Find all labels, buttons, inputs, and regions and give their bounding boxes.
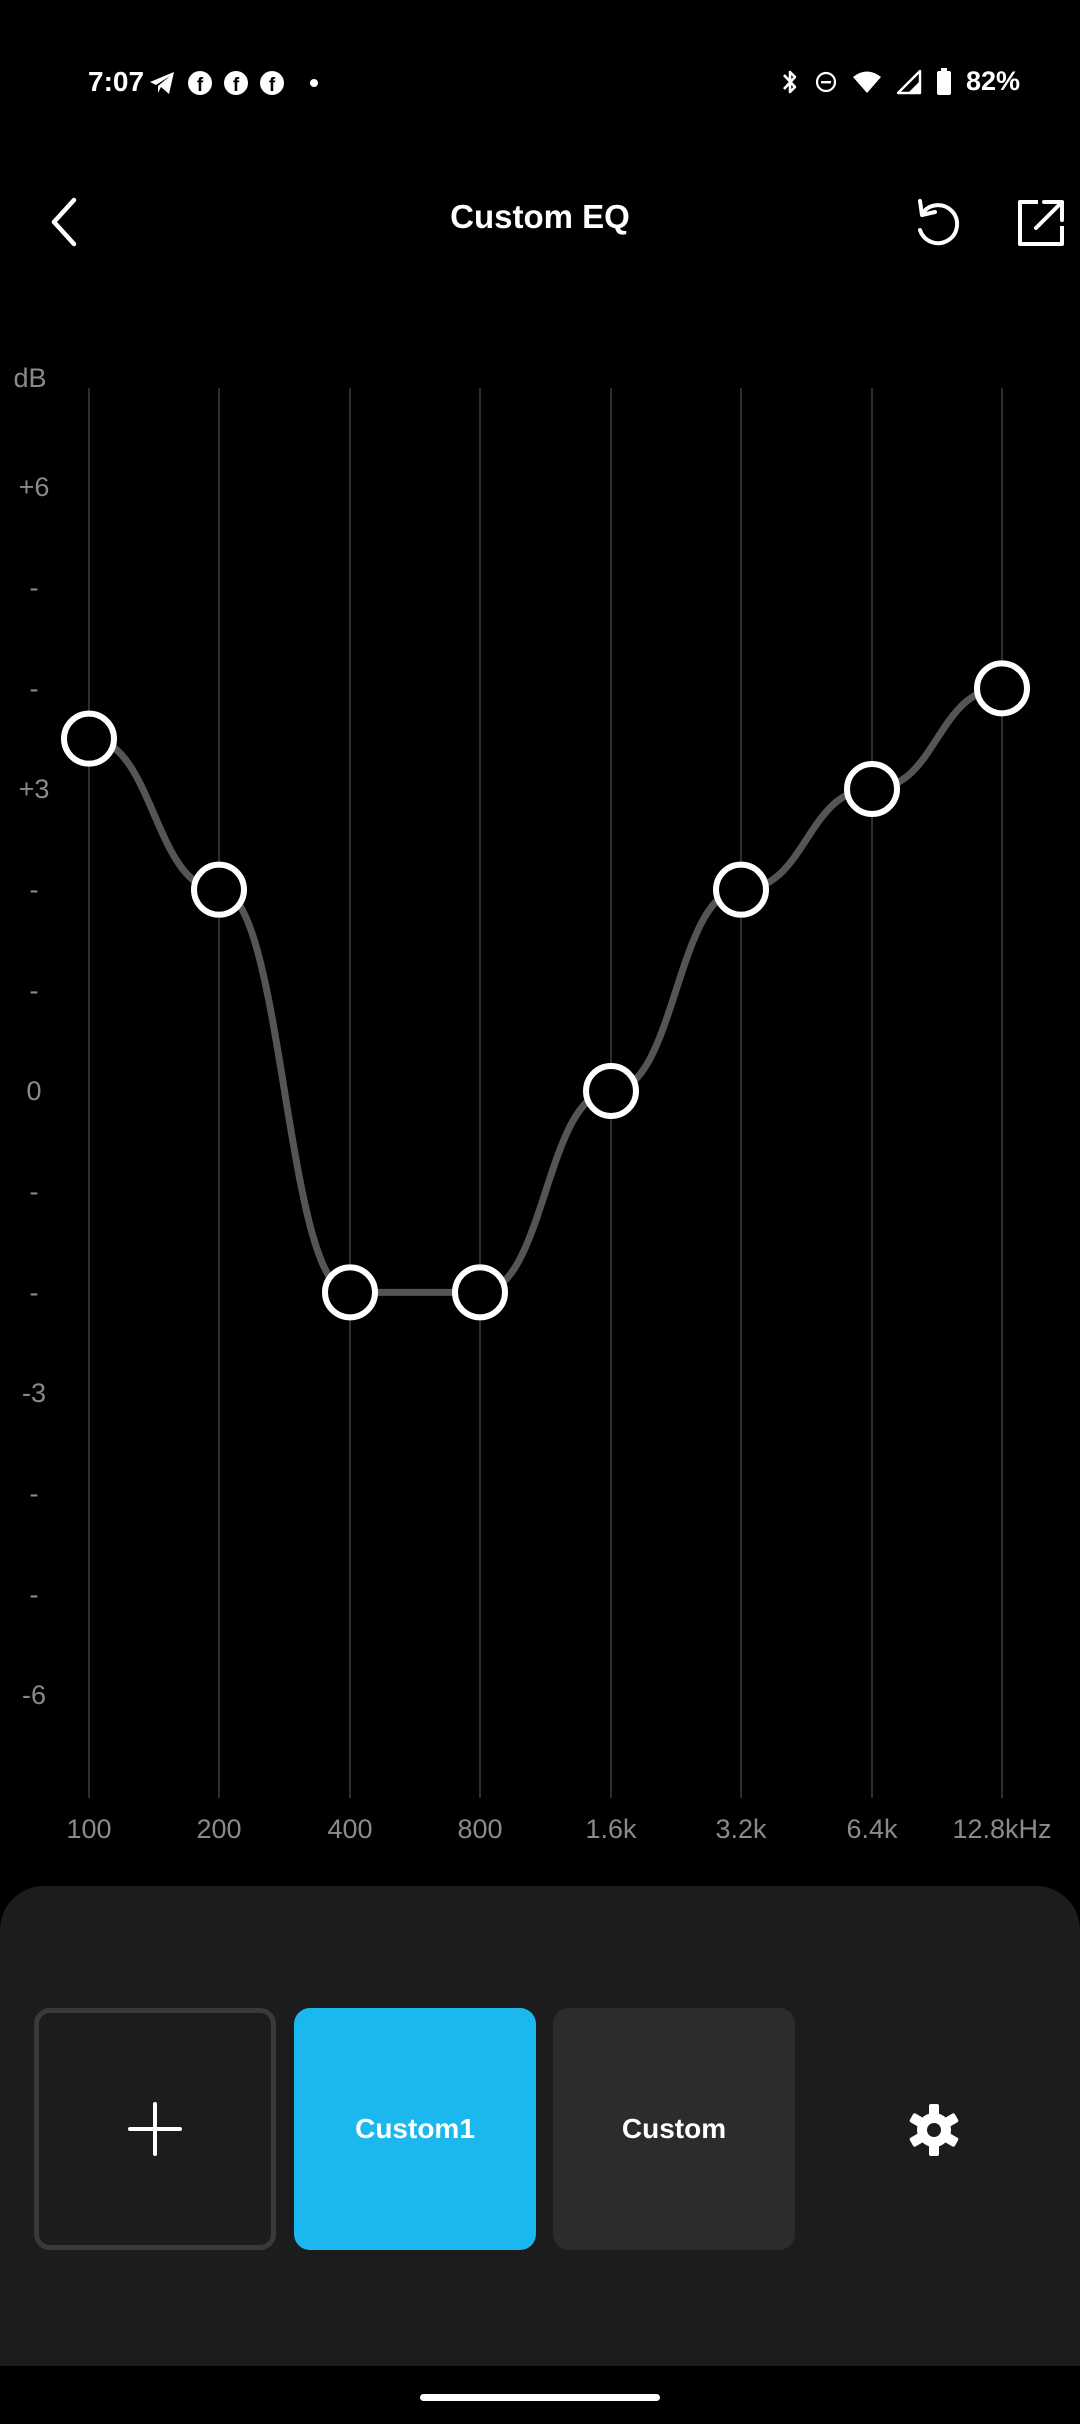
x-tick-label: 1.6k bbox=[585, 1814, 637, 1844]
band-handle-1.6k[interactable] bbox=[583, 1063, 639, 1119]
band-handle-200[interactable] bbox=[191, 861, 247, 918]
reset-icon bbox=[918, 199, 960, 246]
y-tick-label: -6 bbox=[22, 1680, 46, 1710]
facebook-icon: f bbox=[188, 71, 212, 95]
y-tick-label: - bbox=[30, 673, 39, 703]
band-handle-800[interactable] bbox=[452, 1264, 508, 1321]
y-tick-label: +6 bbox=[19, 472, 50, 502]
x-tick-label: 200 bbox=[196, 1814, 241, 1844]
gear-icon bbox=[909, 2104, 959, 2156]
y-tick-label: - bbox=[30, 1579, 39, 1609]
x-tick-label: 400 bbox=[327, 1814, 372, 1844]
home-indicator[interactable] bbox=[420, 2394, 660, 2401]
plus-icon bbox=[128, 2102, 182, 2156]
x-tick-label: 3.2k bbox=[715, 1814, 767, 1844]
status-bar: 7:07 f f f 82% bbox=[0, 0, 1080, 175]
y-tick-label: - bbox=[30, 573, 39, 603]
x-tick-label: 6.4k bbox=[846, 1814, 898, 1844]
y-tick-label: - bbox=[30, 875, 39, 905]
preset-custom[interactable]: Custom bbox=[553, 2008, 795, 2250]
band-handle-3.2k[interactable] bbox=[713, 861, 769, 918]
band-handle-400[interactable] bbox=[322, 1264, 378, 1321]
y-tick-label: - bbox=[30, 1177, 39, 1207]
header: Custom EQ bbox=[0, 170, 1080, 270]
y-tick-label: -3 bbox=[22, 1378, 46, 1408]
share-icon bbox=[1018, 200, 1064, 246]
y-tick-label: 0 bbox=[26, 1076, 41, 1106]
dnd-icon bbox=[815, 71, 837, 92]
signal-icon bbox=[896, 69, 922, 94]
facebook-icon: f bbox=[224, 71, 248, 95]
facebook-icon: f bbox=[260, 71, 284, 95]
notification-icons: f f f bbox=[148, 70, 318, 96]
dot-icon bbox=[310, 79, 318, 87]
reset-button[interactable] bbox=[908, 192, 968, 252]
settings-button[interactable] bbox=[892, 2088, 976, 2172]
share-button[interactable] bbox=[1010, 192, 1070, 252]
eq-chart[interactable]: dB +6 - - +3 - - 0 - - -3 - - -6 100 200 400 800 1.6k 3.2k 6… bbox=[0, 360, 1080, 1860]
x-tick-label: 100 bbox=[66, 1814, 111, 1844]
preset-custom1[interactable]: Custom1 bbox=[294, 2008, 536, 2250]
battery-icon bbox=[936, 67, 951, 95]
y-tick-label: - bbox=[30, 975, 39, 1005]
x-tick-label: 12.8kHz bbox=[952, 1814, 1051, 1844]
y-tick-label: - bbox=[30, 1479, 39, 1509]
band-handle-100[interactable] bbox=[61, 710, 117, 767]
band-handle-6.4k[interactable] bbox=[844, 760, 900, 817]
system-icons: 82% bbox=[780, 66, 1020, 97]
bluetooth-icon bbox=[782, 70, 797, 93]
band-handle-12.8kHz[interactable] bbox=[974, 660, 1030, 717]
x-tick-label: 800 bbox=[457, 1814, 502, 1844]
add-preset-button[interactable] bbox=[34, 2008, 276, 2250]
battery-percent: 82% bbox=[965, 66, 1020, 96]
status-time: 7:07 bbox=[88, 66, 145, 97]
y-tick-label: +3 bbox=[19, 774, 50, 804]
eq-graph[interactable]: dB +6 - - +3 - - 0 - - -3 - - -6 100 200 400 800 1.6k 3.2k 6… bbox=[0, 360, 1080, 1860]
telegram-icon bbox=[150, 72, 174, 94]
db-unit-label: dB bbox=[13, 363, 46, 393]
y-tick-label: - bbox=[30, 1277, 39, 1307]
wifi-icon bbox=[852, 71, 881, 93]
preset-panel: Custom1 Custom bbox=[0, 1886, 1080, 2366]
